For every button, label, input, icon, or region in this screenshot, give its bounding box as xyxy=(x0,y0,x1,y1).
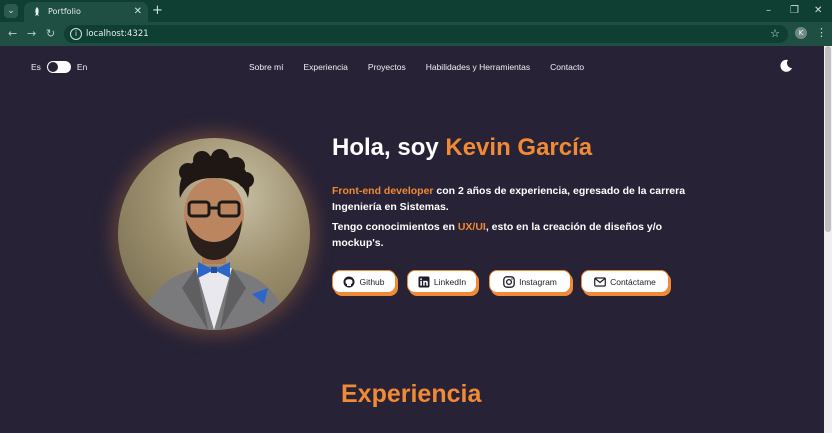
linkedin-icon xyxy=(418,276,430,287)
browser-tab[interactable]: Portfolio ✕ xyxy=(24,2,148,22)
lang-en-label: En xyxy=(76,62,88,72)
reload-icon[interactable]: ↻ xyxy=(46,27,55,41)
bio-uxui: UX/UI xyxy=(457,221,486,233)
close-window-icon[interactable]: ✕ xyxy=(814,3,822,18)
mail-icon xyxy=(594,276,606,287)
site-info-icon[interactable]: i xyxy=(70,28,82,40)
linkedin-label: LinkedIn xyxy=(433,276,467,287)
browser-toolbar: ← → ↻ i localhost:4321 ☆ xyxy=(0,22,832,46)
hero-greeting: Hola, soy xyxy=(332,134,446,161)
back-icon[interactable]: ← xyxy=(8,27,17,41)
language-toggle[interactable] xyxy=(46,61,71,73)
portfolio-page: Es En Sobre mí Experiencia Proyectos Hab… xyxy=(0,46,824,433)
bio-role: Front-end developer xyxy=(332,185,434,197)
profile-photo xyxy=(118,138,310,330)
nav-link-sobre-mi[interactable]: Sobre mí xyxy=(249,60,284,74)
close-tab-icon[interactable]: ✕ xyxy=(134,5,142,19)
moon-icon[interactable] xyxy=(779,59,793,73)
nav-link-proyectos[interactable]: Proyectos xyxy=(368,60,406,74)
minimize-icon[interactable]: – xyxy=(766,3,771,18)
url-text: localhost:4321 xyxy=(86,29,149,39)
bookmark-star-icon[interactable]: ☆ xyxy=(770,27,780,41)
lang-es-label: Es xyxy=(31,62,41,72)
linkedin-button[interactable]: LinkedIn xyxy=(407,270,477,293)
rocket-icon xyxy=(35,7,39,16)
github-button[interactable]: Github xyxy=(332,270,396,293)
hero-name: Kevin García xyxy=(445,134,593,161)
nav-link-habilidades[interactable]: Habilidades y Herramientas xyxy=(426,60,530,74)
contact-button[interactable]: Contáctame xyxy=(581,270,669,293)
hero-bio: Front-end developer con 2 años de experi… xyxy=(332,183,692,251)
main-nav: Sobre mí Experiencia Proyectos Habilidad… xyxy=(249,60,584,74)
new-tab-button[interactable]: + xyxy=(152,3,163,18)
instagram-button[interactable]: Instagram xyxy=(489,270,571,293)
profile-avatar[interactable]: K xyxy=(795,27,807,39)
nav-link-experiencia[interactable]: Experiencia xyxy=(304,60,348,74)
toggle-knob xyxy=(47,62,58,72)
github-label: Github xyxy=(359,276,385,287)
page-scrollbar[interactable] xyxy=(824,46,832,433)
instagram-label: Instagram xyxy=(519,276,557,287)
browser-menu-icon[interactable]: ⋮ xyxy=(816,26,827,40)
hero-title: Hola, soy Kevin García xyxy=(332,134,592,162)
nav-link-contacto[interactable]: Contacto xyxy=(550,60,584,74)
language-switcher: Es En xyxy=(31,60,87,74)
restore-icon[interactable]: ❐ xyxy=(790,3,799,18)
tab-search-button[interactable]: ⌄ xyxy=(4,4,18,18)
portrait-illustration xyxy=(138,149,290,330)
bio-text-2a: Tengo conocimientos en xyxy=(332,221,458,233)
bio-paragraph-2: Tengo conocimientos en UX/UI, esto en la… xyxy=(332,219,692,251)
contact-label: Contáctame xyxy=(610,276,656,287)
forward-icon[interactable]: → xyxy=(27,27,36,41)
experience-section-title: Experiencia xyxy=(341,380,482,408)
tab-title: Portfolio xyxy=(48,7,81,16)
browser-tab-bar: ⌄ Portfolio ✕ + – ❐ ✕ xyxy=(0,0,832,22)
github-icon xyxy=(343,276,355,287)
address-bar[interactable]: i localhost:4321 ☆ xyxy=(64,25,788,43)
bio-paragraph-1: Front-end developer con 2 años de experi… xyxy=(332,183,692,215)
instagram-icon xyxy=(503,275,515,288)
scrollbar-thumb[interactable] xyxy=(825,46,831,232)
